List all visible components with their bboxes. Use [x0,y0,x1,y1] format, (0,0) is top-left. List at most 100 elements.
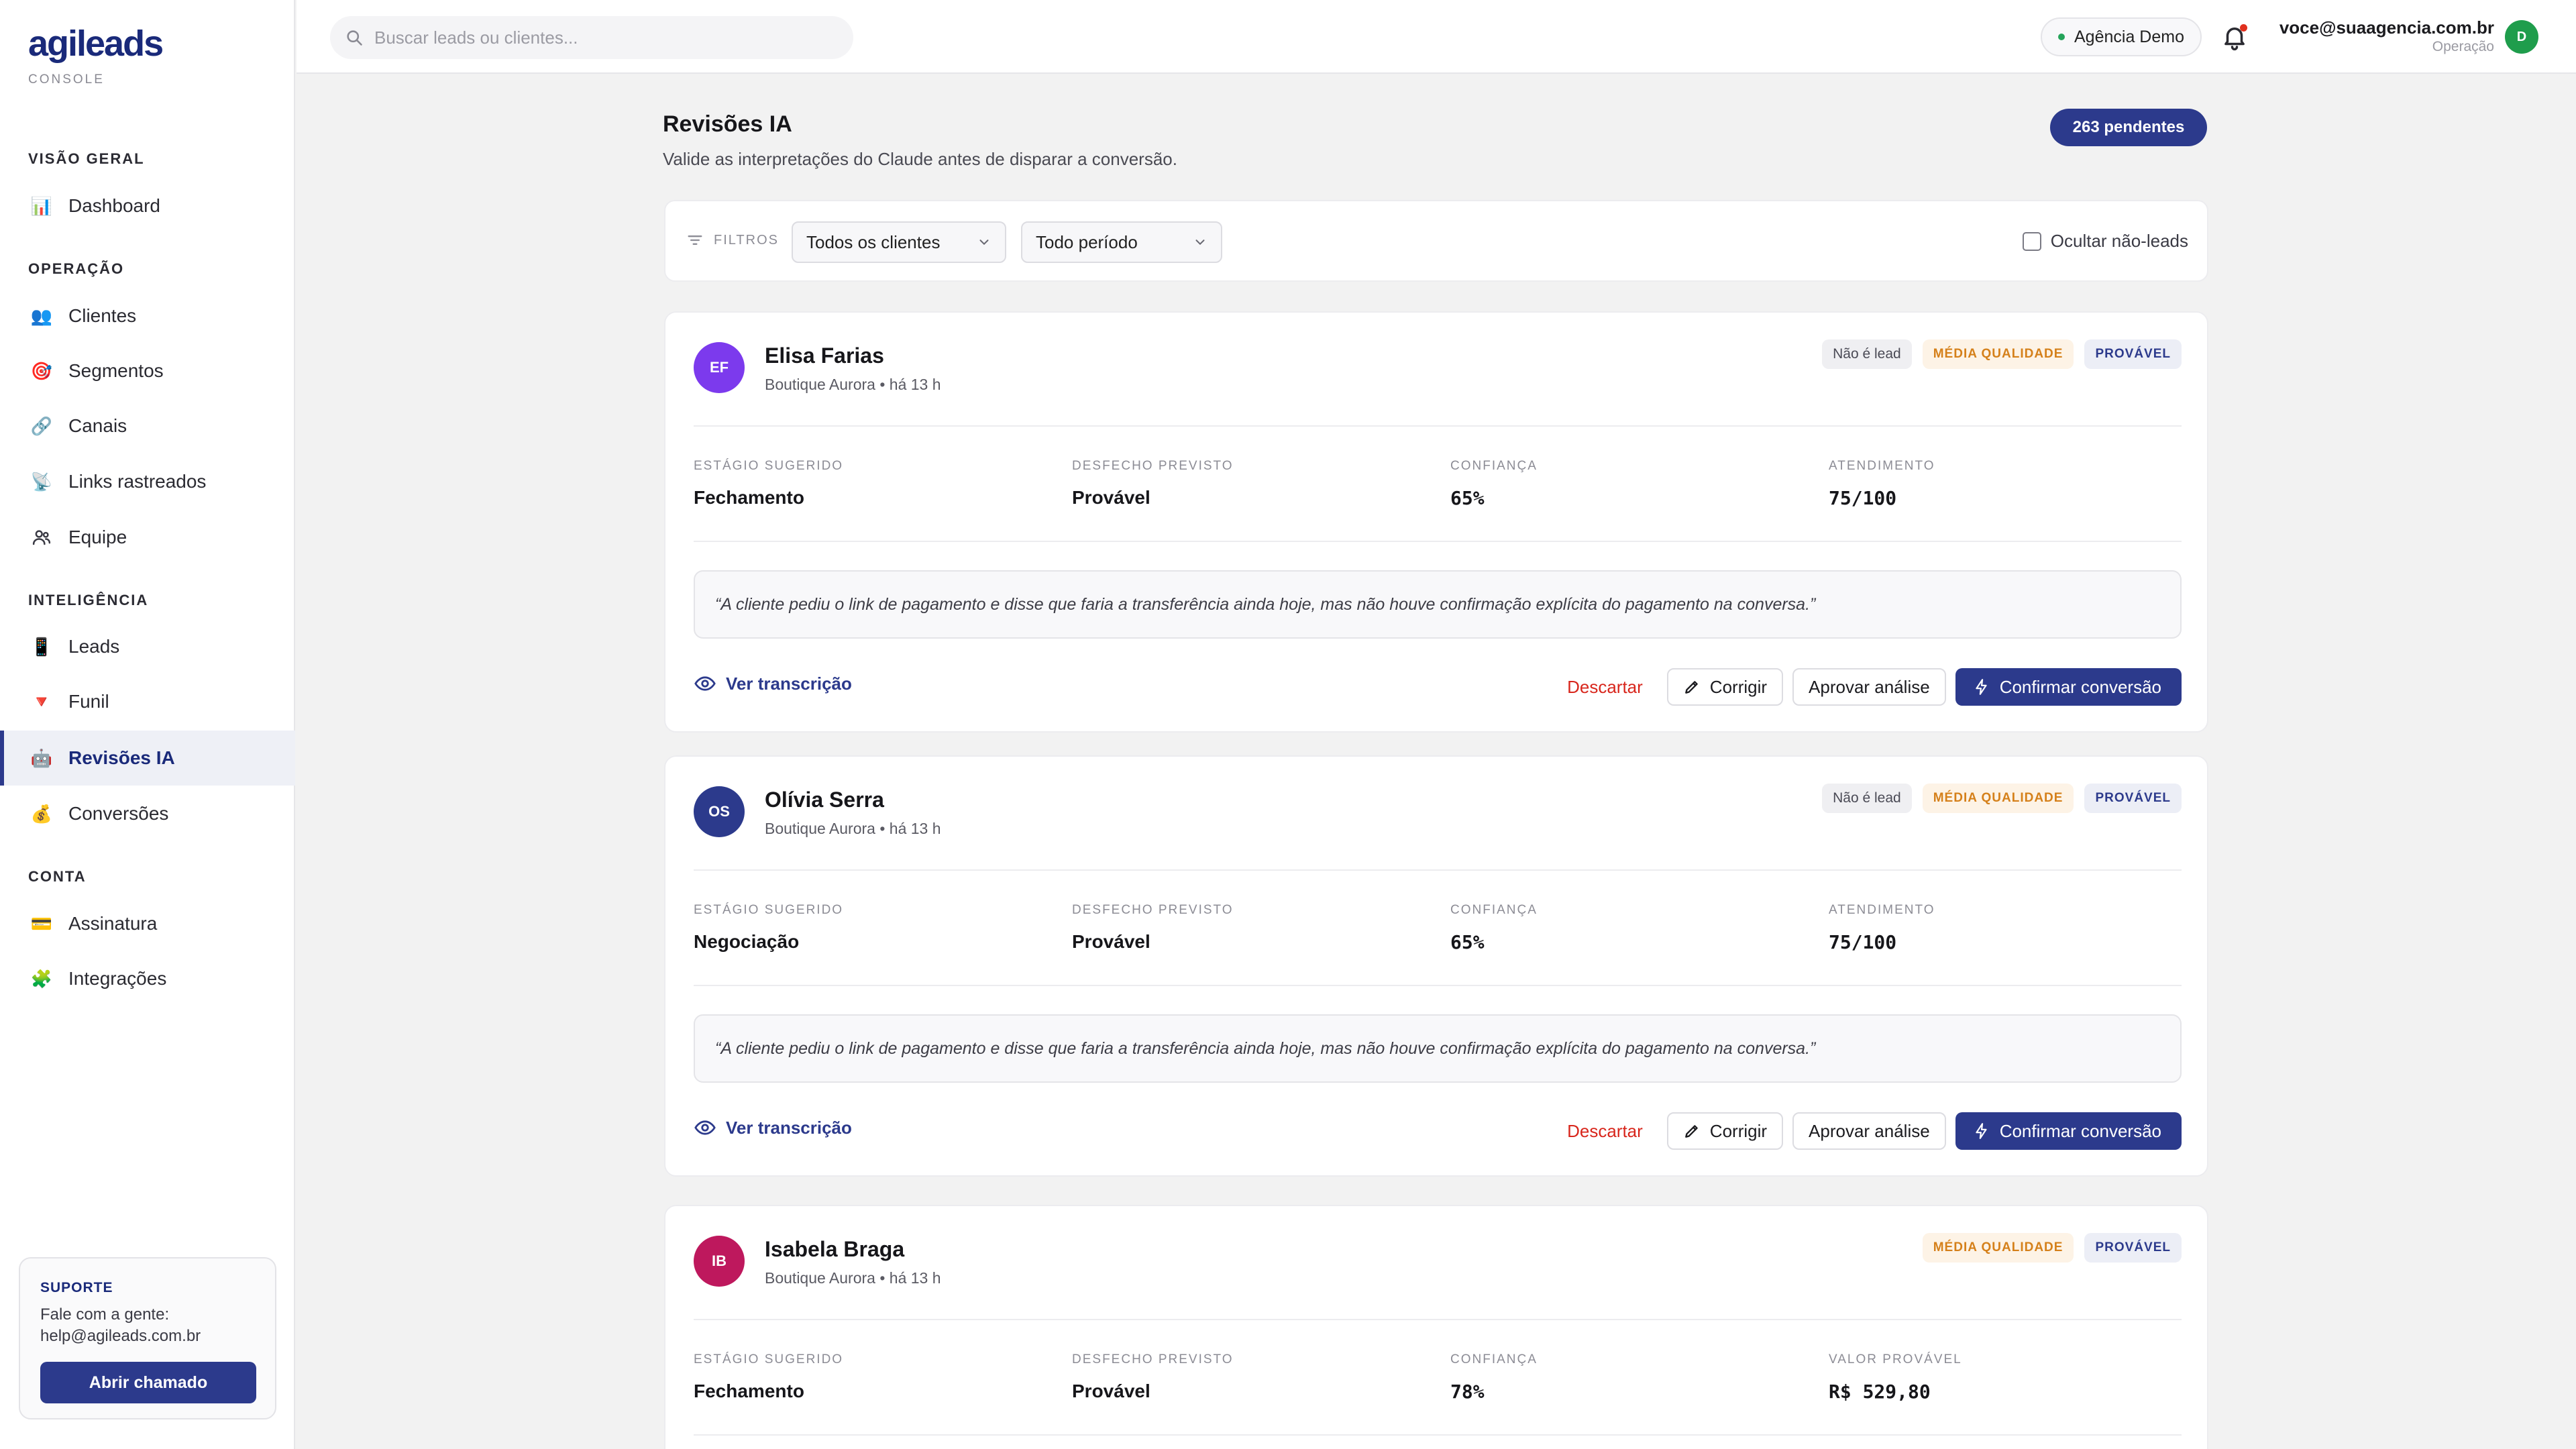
sidebar-item-canais[interactable]: 🔗 Canais [0,398,295,453]
sidebar-item-leads[interactable]: 📱 Leads [0,619,295,674]
lead-name[interactable]: Elisa Farias [765,343,884,368]
divider [694,1434,2182,1436]
discard-button[interactable]: Descartar [1552,1112,1658,1150]
client-filter-select[interactable]: Todos os clientes [792,221,1006,263]
outcome-value: Provável [1072,1381,1150,1401]
hide-non-leads-toggle[interactable]: Ocultar não-leads [2022,231,2188,252]
sidebar-item-label: Leads [68,636,120,657]
open-ticket-button[interactable]: Abrir chamado [40,1362,256,1403]
sidebar-item-dashboard[interactable]: 📊 Dashboard [0,178,295,233]
lead-name[interactable]: Olívia Serra [765,788,884,812]
approve-analysis-button[interactable]: Aprovar análise [1792,1112,1946,1150]
sidebar-item-label: Clientes [68,305,137,326]
quality-badge: MÉDIA QUALIDADE [1922,339,2074,369]
pencil-icon [1684,1125,1698,1138]
stage-label: ESTÁGIO SUGERIDO [694,1352,844,1366]
bar-chart-icon: 📊 [30,195,53,216]
agency-switcher[interactable]: Agência Demo [2041,17,2202,56]
lead-avatar: EF [694,342,745,393]
filters-label: FILTROS [686,231,779,250]
confidence-label: CONFIANÇA [1450,1352,1538,1366]
hide-non-leads-checkbox[interactable] [2022,231,2041,251]
confidence-label: CONFIANÇA [1450,459,1538,473]
edit-button[interactable]: Corrigir [1666,1112,1784,1150]
tag-group: Não é lead MÉDIA QUALIDADE PROVÁVEL [1822,339,2182,369]
outcome-badge: PROVÁVEL [2084,339,2182,369]
search-icon [347,30,362,46]
review-card: OS Olívia Serra Boutique Aurora • há 13 … [664,755,2208,1177]
puzzle-icon: 🧩 [30,968,53,989]
logo-subtitle: CONSOLE [28,72,105,87]
nav-section-title: OPERAÇÃO [28,260,125,277]
view-transcript-link[interactable]: Ver transcrição [694,672,852,695]
sidebar-item-conversoes[interactable]: 💰 Conversões [0,786,295,841]
sidebar-item-clientes[interactable]: 👥 Clientes [0,288,295,343]
sidebar-item-integracoes[interactable]: 🧩 Integrações [0,951,295,1006]
service-score-label: ATENDIMENTO [1829,903,1935,917]
stage-value: Negociação [694,931,800,952]
outcome-label: DESFECHO PREVISTO [1072,459,1234,473]
confidence-value: 65% [1450,487,1485,509]
sidebar-item-links-rastreados[interactable]: 📡 Links rastreados [0,454,295,509]
outcome-label: DESFECHO PREVISTO [1072,903,1234,917]
team-icon [28,524,55,551]
confirm-conversion-button[interactable]: Confirmar conversão [1955,1112,2182,1150]
status-dot-icon [2058,34,2065,40]
edit-button-label: Corrigir [1709,676,1768,697]
quality-badge: MÉDIA QUALIDADE [1922,784,2074,813]
divider [694,985,2182,986]
people-icon: 👥 [30,305,53,326]
user-email[interactable]: voce@suaagencia.com.br [2279,17,2494,38]
review-actions: Descartar Corrigir Aprovar análise Confi… [1552,1112,2182,1150]
topbar: Agência Demo voce@suaagencia.com.br Oper… [297,0,2576,74]
view-transcript-link[interactable]: Ver transcrição [694,1116,852,1139]
hide-non-leads-label: Ocultar não-leads [2050,231,2188,251]
confidence-value: 65% [1450,931,1485,953]
sidebar-item-assinatura[interactable]: 💳 Assinatura [0,896,295,951]
edit-button-label: Corrigir [1709,1120,1768,1141]
service-score-value: 75/100 [1829,931,1897,953]
review-card: EF Elisa Farias Boutique Aurora • há 13 … [664,311,2208,733]
period-filter-select[interactable]: Todo período [1021,221,1222,263]
agency-label: Agência Demo [2074,27,2184,46]
sidebar-item-segmentos[interactable]: 🎯 Segmentos [0,343,295,398]
support-email[interactable]: help@agileads.com.br [40,1326,255,1347]
search-input[interactable] [374,27,830,48]
lead-name[interactable]: Isabela Braga [765,1237,904,1262]
lightning-icon [1976,679,1987,695]
confirm-conversion-button[interactable]: Confirmar conversão [1955,668,2182,706]
outcome-label: DESFECHO PREVISTO [1072,1352,1234,1366]
page-title: Revisões IA [663,111,792,137]
chevron-down-icon [979,239,989,246]
period-filter-value: Todo período [1036,231,1138,252]
outcome-badge: PROVÁVEL [2084,784,2182,813]
search-bar[interactable] [330,16,853,59]
filters-label-text: FILTROS [714,232,779,248]
probable-value-label: VALOR PROVÁVEL [1829,1352,1962,1366]
nav-section-title: VISÃO GERAL [28,150,145,167]
notifications-button[interactable] [2220,23,2249,51]
sidebar-item-equipe[interactable]: Equipe [0,510,295,565]
sidebar-item-label: Equipe [68,527,127,547]
sidebar-item-label: Assinatura [68,913,158,934]
lead-meta: Boutique Aurora • há 13 h [765,376,941,393]
discard-button[interactable]: Descartar [1552,668,1658,706]
quality-badge: MÉDIA QUALIDADE [1922,1233,2074,1263]
lead-avatar: IB [694,1236,745,1287]
edit-button[interactable]: Corrigir [1666,668,1784,706]
stage-label: ESTÁGIO SUGERIDO [694,459,844,473]
notification-badge [2240,24,2247,32]
view-transcript-label: Ver transcrição [726,1117,852,1138]
approve-analysis-button[interactable]: Aprovar análise [1792,668,1946,706]
support-line: Fale com a gente: [40,1305,170,1324]
outcome-badge: PROVÁVEL [2084,1233,2182,1263]
sidebar-item-funil[interactable]: 🔻 Funil [0,674,295,729]
sidebar-item-revisoes-ia[interactable]: 🤖 Revisões IA [0,731,295,786]
robot-icon: 🤖 [30,747,53,768]
ai-summary-quote: “A cliente pediu o link de pagamento e d… [694,1014,2182,1083]
avatar[interactable]: D [2505,20,2538,54]
logo[interactable]: agileads [28,23,164,64]
divider [694,869,2182,871]
confidence-label: CONFIANÇA [1450,903,1538,917]
confirm-conversion-label: Confirmar conversão [1999,676,2161,697]
